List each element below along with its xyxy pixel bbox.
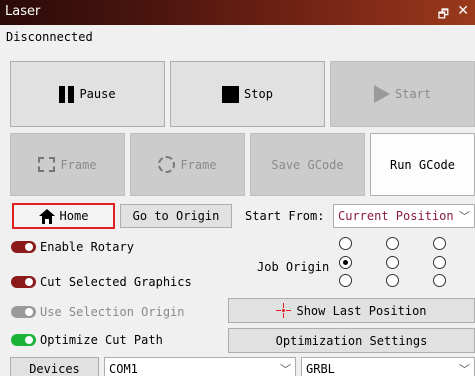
use-selection-origin-label: Use Selection Origin [40,305,185,319]
optimization-settings-button[interactable]: Optimization Settings [228,328,475,353]
pause-label: Pause [79,87,116,101]
origin-top-right-radio[interactable] [433,237,446,250]
origin-bottom-center-radio[interactable] [386,274,399,287]
connection-status: Disconnected [6,30,93,44]
controller-value: GRBL [306,362,335,376]
origin-top-left-radio[interactable] [339,237,352,250]
optimization-settings-label: Optimization Settings [275,333,428,348]
origin-top-center-radio[interactable] [386,237,399,250]
cut-selected-graphics-toggle[interactable] [11,276,36,288]
start-from-select[interactable]: Current Position ﹀ [333,204,475,228]
port-value: COM1 [109,362,138,376]
frame-rect-button[interactable]: Frame [10,133,125,196]
start-from-value: Current Position [338,209,454,223]
close-icon[interactable]: ✕ [457,3,469,19]
pause-icon [59,85,75,103]
job-origin-label: Job Origin [257,260,330,274]
save-gcode-button[interactable]: Save GCode [250,133,365,196]
origin-bottom-left-radio[interactable] [339,274,352,287]
optimize-cut-path-toggle[interactable] [11,334,36,346]
frame-circle-button[interactable]: Frame [130,133,245,196]
go-to-origin-button[interactable]: Go to Origin [120,204,232,228]
run-gcode-label: Run GCode [389,157,456,172]
window-title: Laser [5,4,41,19]
start-button[interactable]: Start [330,61,475,127]
stop-icon [222,85,240,103]
frame-circle-label: Frame [180,157,217,172]
enable-rotary-toggle[interactable] [11,241,36,253]
chevron-down-icon: ﹀ [280,363,291,376]
show-last-position-button[interactable]: Show Last Position [228,298,475,323]
origin-middle-left-radio[interactable] [339,256,352,269]
devices-label: Devices [29,362,80,376]
restore-icon[interactable]: 🗗 [438,5,449,26]
title-bar: Laser 🗗 ✕ [0,0,475,25]
frame-circle-icon [158,156,176,173]
home-icon [38,208,55,224]
go-to-origin-label: Go to Origin [132,209,220,223]
crosshair-icon [276,303,292,318]
home-label: Home [59,209,89,223]
devices-button[interactable]: Devices [10,357,99,376]
use-selection-origin-toggle[interactable] [11,306,36,318]
run-gcode-button[interactable]: Run GCode [370,133,475,196]
chevron-down-icon: ﹀ [459,363,470,376]
save-gcode-label: Save GCode [271,157,344,172]
stop-label: Stop [244,87,273,101]
cut-selected-graphics-label: Cut Selected Graphics [40,275,192,289]
frame-square-icon [38,157,56,172]
home-button[interactable]: Home [12,203,115,229]
enable-rotary-label: Enable Rotary [40,240,134,254]
pause-button[interactable]: Pause [10,61,165,127]
origin-middle-center-radio[interactable] [386,256,399,269]
controller-select[interactable]: GRBL ﹀ [301,357,475,376]
show-last-position-label: Show Last Position [296,303,427,318]
play-icon [373,85,390,103]
frame-rect-label: Frame [60,157,97,172]
optimize-cut-path-label: Optimize Cut Path [40,333,163,347]
start-label: Start [394,87,432,101]
origin-middle-right-radio[interactable] [433,256,446,269]
start-from-label: Start From: [245,209,325,223]
origin-bottom-right-radio[interactable] [433,274,446,287]
stop-button[interactable]: Stop [170,61,325,127]
chevron-down-icon: ﹀ [459,210,470,223]
port-select[interactable]: COM1 ﹀ [104,357,296,376]
